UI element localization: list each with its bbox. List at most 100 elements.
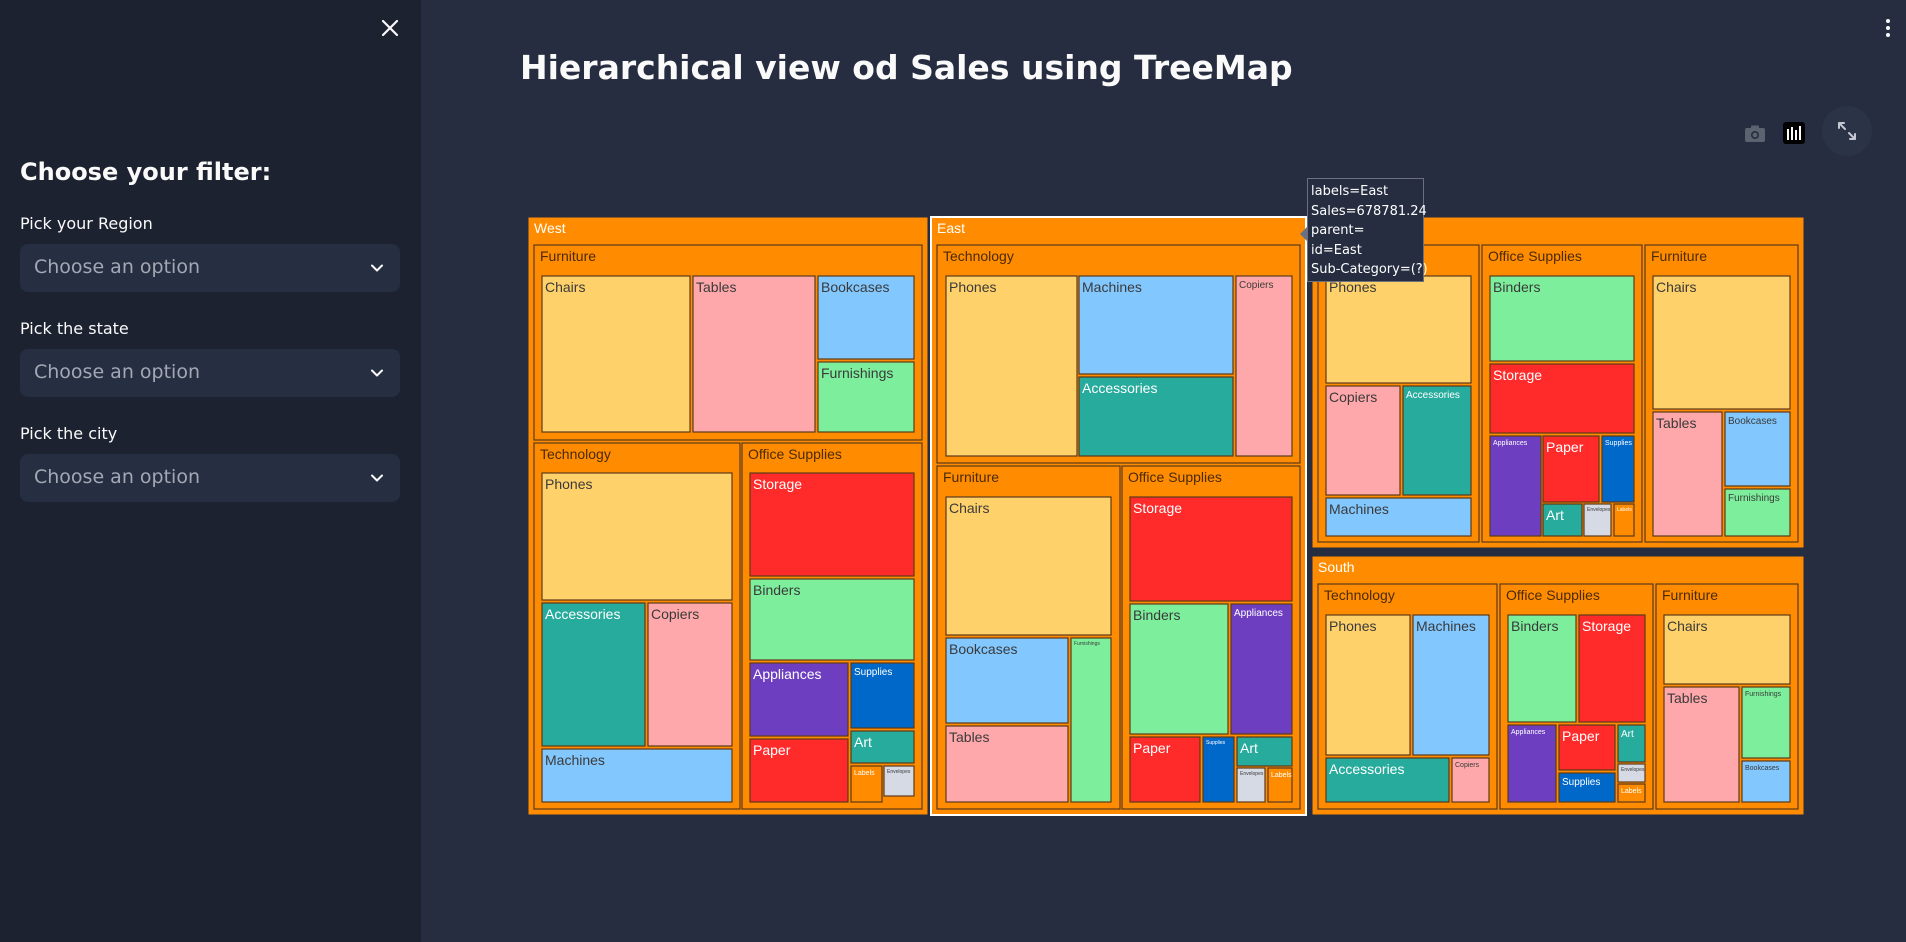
tile-label: Furnishings bbox=[1745, 691, 1782, 698]
tile-label: Accessories bbox=[1406, 390, 1460, 401]
treemap-tile[interactable] bbox=[1402, 385, 1472, 496]
category-label: Office Supplies bbox=[748, 446, 842, 462]
tile-label: Paper bbox=[1546, 439, 1584, 455]
tile-label: Labels bbox=[1271, 772, 1292, 779]
tile-label: Tables bbox=[949, 729, 989, 745]
tile-label: Storage bbox=[1582, 618, 1631, 634]
tile-label: Machines bbox=[1082, 279, 1142, 295]
tile-label: Supplies bbox=[854, 667, 892, 678]
tile-label: Labels bbox=[1617, 507, 1632, 513]
tile-label: Copiers bbox=[1329, 389, 1377, 405]
tile-label: Bookcases bbox=[949, 641, 1017, 657]
treemap-tile[interactable] bbox=[1507, 724, 1557, 803]
tile-label: Binders bbox=[1133, 607, 1180, 623]
tile-label: Storage bbox=[1493, 367, 1542, 383]
tile-label: Labels bbox=[854, 770, 875, 777]
tile-label: Machines bbox=[1329, 501, 1389, 517]
treemap-tile[interactable] bbox=[1235, 275, 1293, 457]
tile-label: Storage bbox=[1133, 500, 1182, 516]
tooltip-line: id=East bbox=[1311, 242, 1362, 258]
category-label: Furniture bbox=[943, 469, 999, 485]
treemap-tile[interactable] bbox=[541, 472, 733, 601]
region-label: East bbox=[937, 220, 965, 236]
tile-label: Supplies bbox=[1605, 440, 1632, 447]
tile-label: Labels bbox=[1621, 788, 1642, 795]
treemap-tile[interactable] bbox=[541, 602, 646, 747]
tile-label: Accessories bbox=[1082, 380, 1157, 396]
tile-label: Appliances bbox=[753, 666, 822, 682]
tile-label: Art bbox=[1240, 740, 1258, 756]
tile-label: Phones bbox=[545, 476, 592, 492]
category-label: Technology bbox=[1324, 587, 1395, 603]
treemap-svg: West Furniture Chairs Tables Bookcases Furnis… bbox=[527, 216, 1805, 816]
tile-label: Copiers bbox=[1239, 280, 1273, 291]
treemap-tile[interactable] bbox=[541, 275, 691, 433]
tile-label: Envelopes bbox=[1587, 507, 1611, 513]
tile-label: Chairs bbox=[545, 279, 585, 295]
tile-label: Accessories bbox=[545, 606, 620, 622]
tile-label: Furnishings bbox=[1728, 493, 1780, 504]
tile-label: Furnishings bbox=[1074, 641, 1100, 647]
region-label: West bbox=[534, 220, 566, 236]
tooltip-line: Sub-Category=(?) bbox=[1311, 262, 1428, 277]
tile-label: Envelopes bbox=[1621, 767, 1645, 773]
treemap-tile[interactable] bbox=[1412, 614, 1490, 756]
tile-label: Tables bbox=[1656, 415, 1696, 431]
tile-label: Copiers bbox=[651, 606, 699, 622]
tile-label: Phones bbox=[1329, 618, 1376, 634]
treemap-tile[interactable] bbox=[1070, 637, 1112, 803]
tile-label: Machines bbox=[545, 752, 605, 768]
treemap-tile[interactable] bbox=[647, 602, 733, 747]
tile-label: Binders bbox=[753, 582, 800, 598]
tooltip-line: Sales=678781.24 bbox=[1311, 203, 1427, 219]
treemap-tile[interactable] bbox=[1652, 275, 1791, 410]
tile-label: Chairs bbox=[1656, 279, 1696, 295]
category-label: Furniture bbox=[540, 248, 596, 264]
tile-label: Machines bbox=[1416, 618, 1476, 634]
tile-label: Paper bbox=[1562, 728, 1600, 744]
treemap-tile[interactable] bbox=[1325, 614, 1411, 756]
category-label: Furniture bbox=[1662, 587, 1718, 603]
tile-label: Appliances bbox=[1493, 440, 1528, 447]
treemap-tile[interactable] bbox=[1129, 603, 1229, 735]
category-label: Technology bbox=[943, 248, 1014, 264]
treemap-tile[interactable] bbox=[945, 275, 1078, 457]
tile-label: Supplies bbox=[1206, 740, 1226, 746]
tile-label: Appliances bbox=[1511, 729, 1546, 736]
treemap-tile[interactable] bbox=[1489, 435, 1542, 537]
tile-label: Art bbox=[1621, 729, 1634, 740]
tile-label: Binders bbox=[1493, 279, 1540, 295]
tooltip-line: labels=East bbox=[1311, 184, 1389, 199]
region-label: South bbox=[1318, 559, 1355, 575]
tile-label: Phones bbox=[949, 279, 996, 295]
tile-label: Art bbox=[1546, 507, 1564, 523]
category-label: Office Supplies bbox=[1128, 469, 1222, 485]
tile-label: Tables bbox=[696, 279, 736, 295]
tile-label: Tables bbox=[1667, 690, 1707, 706]
tile-label: Copiers bbox=[1455, 762, 1480, 769]
category-label: Office Supplies bbox=[1506, 587, 1600, 603]
treemap-tile[interactable] bbox=[1230, 603, 1293, 735]
category-label: Office Supplies bbox=[1488, 248, 1582, 264]
sales-treemap: West Furniture Chairs Tables Bookcases Furnis… bbox=[0, 0, 1906, 942]
tile-label: Bookcases bbox=[1728, 416, 1777, 427]
tile-label: Paper bbox=[1133, 740, 1171, 756]
tile-label: Art bbox=[854, 734, 872, 750]
tile-label: Paper bbox=[753, 742, 791, 758]
category-label: Technology bbox=[540, 446, 611, 462]
tile-label: Chairs bbox=[1667, 618, 1707, 634]
tile-label: Accessories bbox=[1329, 761, 1404, 777]
treemap-tile[interactable] bbox=[692, 275, 816, 433]
tile-label: Bookcases bbox=[1745, 765, 1780, 772]
tile-label: Chairs bbox=[949, 500, 989, 516]
tooltip-line: parent= bbox=[1311, 223, 1365, 238]
tile-label: Furnishings bbox=[821, 365, 893, 381]
tile-label: Supplies bbox=[1562, 777, 1600, 788]
tile-label: Bookcases bbox=[821, 279, 889, 295]
treemap-tile[interactable] bbox=[945, 496, 1112, 636]
tile-label: Envelopes bbox=[887, 769, 911, 775]
tile-label: Appliances bbox=[1234, 608, 1283, 619]
tile-label: Binders bbox=[1511, 618, 1558, 634]
category-label: Furniture bbox=[1651, 248, 1707, 264]
treemap-tile[interactable] bbox=[1202, 736, 1235, 803]
